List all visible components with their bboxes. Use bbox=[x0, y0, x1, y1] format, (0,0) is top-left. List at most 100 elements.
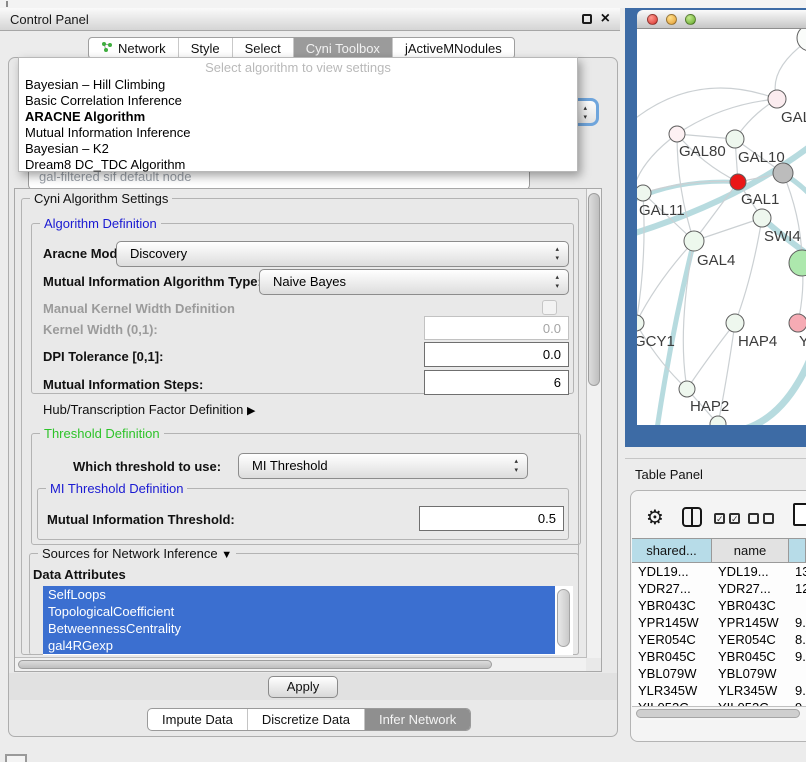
table-cell: YBR043C bbox=[632, 597, 712, 614]
column-header-partial[interactable] bbox=[789, 539, 806, 562]
table-cell: YIL052C bbox=[632, 699, 712, 706]
tab-cyni-toolbox[interactable]: Cyni Toolbox bbox=[294, 38, 393, 58]
network-node[interactable] bbox=[684, 231, 704, 251]
tab-impute-data[interactable]: Impute Data bbox=[148, 709, 248, 730]
table-horizontal-scrollbar[interactable] bbox=[632, 706, 806, 720]
mi-steps-field[interactable]: 6 bbox=[424, 370, 569, 395]
gear-icon[interactable]: ⚙ bbox=[646, 505, 664, 530]
stepper-arrows-icon: ▴▾ bbox=[555, 273, 559, 291]
data-attributes-label: Data Attributes bbox=[33, 567, 126, 582]
group-title: MI Threshold Definition bbox=[46, 481, 187, 496]
algorithm-option[interactable]: Dream8 DC_TDC Algorithm bbox=[19, 157, 577, 173]
attribute-item-selected[interactable]: SelfLoops bbox=[43, 586, 555, 603]
network-node[interactable] bbox=[637, 185, 651, 201]
tab-label: Select bbox=[245, 41, 281, 56]
network-node[interactable] bbox=[726, 314, 744, 332]
algorithm-option[interactable]: Bayesian – Hill Climbing bbox=[19, 77, 577, 93]
attribute-item-selected[interactable]: BetweennessCentrality bbox=[43, 620, 555, 637]
column-header-name[interactable]: name bbox=[712, 539, 789, 562]
network-node[interactable] bbox=[669, 126, 685, 142]
algorithm-option-selected[interactable]: ARACNE Algorithm bbox=[19, 109, 577, 125]
horizontal-scrollbar-thumb[interactable] bbox=[18, 660, 492, 669]
network-node[interactable] bbox=[730, 174, 746, 190]
network-edge[interactable] bbox=[677, 99, 777, 134]
drag-handle-icon bbox=[6, 1, 8, 7]
table-row[interactable]: YDR27...YDR27...12 bbox=[632, 580, 806, 597]
algorithm-option[interactable]: Basic Correlation Inference bbox=[19, 93, 577, 109]
table-cell: YBR043C bbox=[712, 597, 789, 614]
table-row[interactable]: YIL052CYIL052C9. bbox=[632, 699, 806, 706]
mi-threshold-field[interactable]: 0.5 bbox=[419, 506, 564, 531]
algorithm-option[interactable]: Mutual Information Inference bbox=[19, 125, 577, 141]
network-edge[interactable] bbox=[687, 323, 735, 389]
tab-style[interactable]: Style bbox=[179, 38, 233, 58]
sources-group-title[interactable]: Sources for Network Inference ▼ bbox=[38, 546, 236, 561]
vertical-scrollbar-thumb[interactable] bbox=[588, 193, 600, 386]
list-scrollbar-thumb[interactable] bbox=[557, 589, 570, 647]
attribute-item-selected[interactable]: TopologicalCoefficient bbox=[43, 603, 555, 620]
network-view-canvas[interactable]: GALGAL80GAL10GAL1GAL11SWI4GAL4GCY1HAP4YH… bbox=[637, 29, 806, 425]
algorithm-option[interactable]: Bayesian – K2 bbox=[19, 141, 577, 157]
network-edge[interactable] bbox=[694, 218, 762, 241]
table-cell: YBR045C bbox=[712, 648, 789, 665]
manual-kernel-checkbox[interactable] bbox=[542, 300, 557, 315]
kernel-width-field[interactable]: 0.0 bbox=[424, 316, 569, 340]
network-node[interactable] bbox=[679, 381, 695, 397]
network-node[interactable] bbox=[773, 163, 793, 183]
tab-network[interactable]: Network bbox=[89, 38, 179, 58]
table-cell: YBL079W bbox=[632, 665, 712, 682]
select-all-checkbox-icon[interactable]: ✓ bbox=[714, 513, 725, 524]
horizontal-scrollbar[interactable] bbox=[15, 657, 586, 671]
which-threshold-combobox[interactable]: MI Threshold ▴▾ bbox=[238, 453, 528, 479]
network-node-label: GCY1 bbox=[637, 333, 675, 350]
network-node[interactable] bbox=[789, 250, 806, 276]
table-cell: 8. bbox=[789, 631, 806, 648]
network-edge[interactable] bbox=[735, 218, 762, 323]
network-node[interactable] bbox=[726, 130, 744, 148]
column-header-shared-name[interactable]: shared... bbox=[632, 539, 712, 562]
close-traffic-light-icon[interactable] bbox=[647, 14, 658, 25]
network-node[interactable] bbox=[753, 209, 771, 227]
table-cell: YDR27... bbox=[712, 580, 789, 597]
close-icon[interactable]: × bbox=[601, 12, 610, 26]
deselect-all-checkbox-icon[interactable] bbox=[748, 513, 759, 524]
network-window-titlebar[interactable] bbox=[637, 10, 806, 29]
split-columns-icon[interactable] bbox=[682, 507, 702, 527]
document-icon[interactable] bbox=[793, 503, 806, 526]
mi-type-combobox[interactable]: Naive Bayes ▴▾ bbox=[259, 269, 569, 295]
table-cell: YBL079W bbox=[712, 665, 789, 682]
table-row[interactable]: YBR045CYBR045C9. bbox=[632, 648, 806, 665]
network-node[interactable] bbox=[768, 90, 786, 108]
tab-select[interactable]: Select bbox=[233, 38, 294, 58]
table-row[interactable]: YBL079WYBL079W bbox=[632, 665, 806, 682]
table-row[interactable]: YLR345WYLR345W9. bbox=[632, 682, 806, 699]
aracne-mode-combobox[interactable]: Discovery ▴▾ bbox=[116, 241, 569, 267]
table-cell bbox=[789, 665, 806, 682]
hub-definition-expander[interactable]: Hub/Transcription Factor Definition ▶ bbox=[43, 402, 255, 417]
minimized-panel-icon[interactable] bbox=[5, 754, 27, 762]
table-row[interactable]: YDL19...YDL19...13 bbox=[632, 563, 806, 580]
tab-discretize-data[interactable]: Discretize Data bbox=[248, 709, 365, 730]
dpi-tolerance-field[interactable]: 0.0 bbox=[424, 342, 569, 367]
network-node-label: SWI4 bbox=[764, 228, 801, 245]
vertical-scrollbar[interactable] bbox=[586, 189, 601, 658]
table-row[interactable]: YPR145WYPR145W9. bbox=[632, 614, 806, 631]
table-cell: 12 bbox=[789, 580, 806, 597]
deselect-all-checkbox-icon[interactable] bbox=[763, 513, 774, 524]
attribute-item-selected[interactable]: gal4RGexp bbox=[43, 637, 555, 654]
table-scrollbar-thumb[interactable] bbox=[636, 709, 800, 718]
zoom-traffic-light-icon[interactable] bbox=[685, 14, 696, 25]
network-node[interactable] bbox=[789, 314, 806, 332]
which-threshold-label: Which threshold to use: bbox=[73, 459, 221, 474]
tab-jactivemnodules[interactable]: jActiveMNodules bbox=[393, 38, 514, 58]
table-row[interactable]: YER054CYER054C8. bbox=[632, 631, 806, 648]
network-edge[interactable] bbox=[637, 88, 777, 121]
network-node[interactable] bbox=[637, 315, 644, 331]
minimize-traffic-light-icon[interactable] bbox=[666, 14, 677, 25]
table-row[interactable]: YBR043CYBR043C bbox=[632, 597, 806, 614]
apply-button[interactable]: Apply bbox=[268, 676, 338, 698]
network-edge[interactable] bbox=[737, 347, 806, 425]
tab-infer-network[interactable]: Infer Network bbox=[365, 709, 470, 730]
select-all-checkbox-icon[interactable]: ✓ bbox=[729, 513, 740, 524]
float-window-icon[interactable] bbox=[582, 14, 592, 24]
